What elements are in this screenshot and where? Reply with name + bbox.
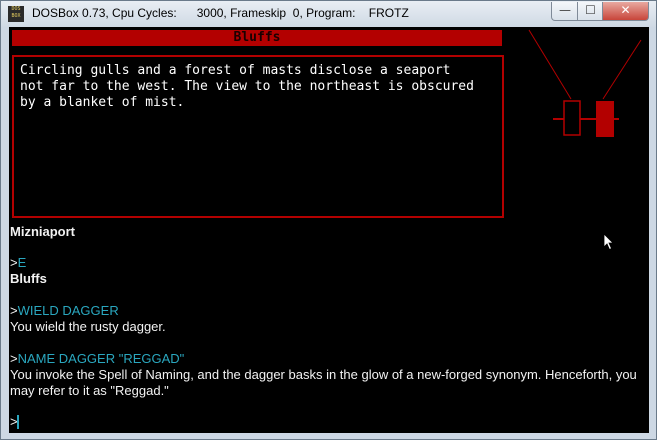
- mouse-pointer-icon: [603, 233, 614, 251]
- minimize-button[interactable]: —: [551, 2, 579, 21]
- map-room-current: [563, 100, 581, 136]
- command-line-3: >NAME DAGGER "REGGAD": [10, 351, 184, 367]
- maximize-button[interactable]: ☐: [577, 2, 604, 21]
- command-text: WIELD DAGGER: [17, 303, 119, 318]
- close-button[interactable]: ✕: [602, 2, 649, 21]
- text-cursor: [17, 415, 19, 429]
- map-room-west: [596, 101, 614, 137]
- response-text: You wield the rusty dagger.: [10, 319, 166, 334]
- maximize-icon: ☐: [585, 3, 596, 17]
- command-line-1: >E: [10, 255, 26, 271]
- room-description: Circling gulls and a forest of masts dis…: [20, 63, 474, 110]
- dos-screen[interactable]: Bluffs Circling gulls and a forest of ma…: [9, 27, 649, 433]
- prompt-symbol: >: [10, 303, 18, 318]
- dosbox-window: DOS BOX DOSBox 0.73, Cpu Cycles: 3000, F…: [0, 0, 657, 440]
- location-heading-bluffs: Bluffs: [10, 271, 47, 286]
- map-icon: [528, 29, 642, 137]
- dosbox-app-icon[interactable]: DOS BOX: [8, 6, 24, 22]
- command-text: NAME DAGGER "REGGAD": [17, 351, 185, 366]
- command-text: E: [17, 255, 27, 270]
- title-bar[interactable]: DOS BOX DOSBox 0.73, Cpu Cycles: 3000, F…: [1, 1, 656, 27]
- close-icon: ✕: [620, 3, 631, 17]
- window-title: DOSBox 0.73, Cpu Cycles: 3000, Frameskip…: [32, 6, 409, 20]
- prompt-symbol: >: [10, 255, 18, 270]
- response-text: may refer to it as "Reggad.": [10, 383, 169, 398]
- room-description-box: Circling gulls and a forest of masts dis…: [12, 55, 504, 218]
- location-heading-mizniaport: Mizniaport: [10, 224, 75, 239]
- map-line-left: [528, 29, 572, 100]
- room-title: Bluffs: [12, 30, 502, 46]
- command-line-2: >WIELD DAGGER: [10, 303, 119, 319]
- minimize-icon: —: [559, 3, 571, 17]
- prompt-symbol: >: [10, 351, 18, 366]
- map-line-right: [602, 39, 642, 100]
- response-text: You invoke the Spell of Naming, and the …: [10, 367, 637, 382]
